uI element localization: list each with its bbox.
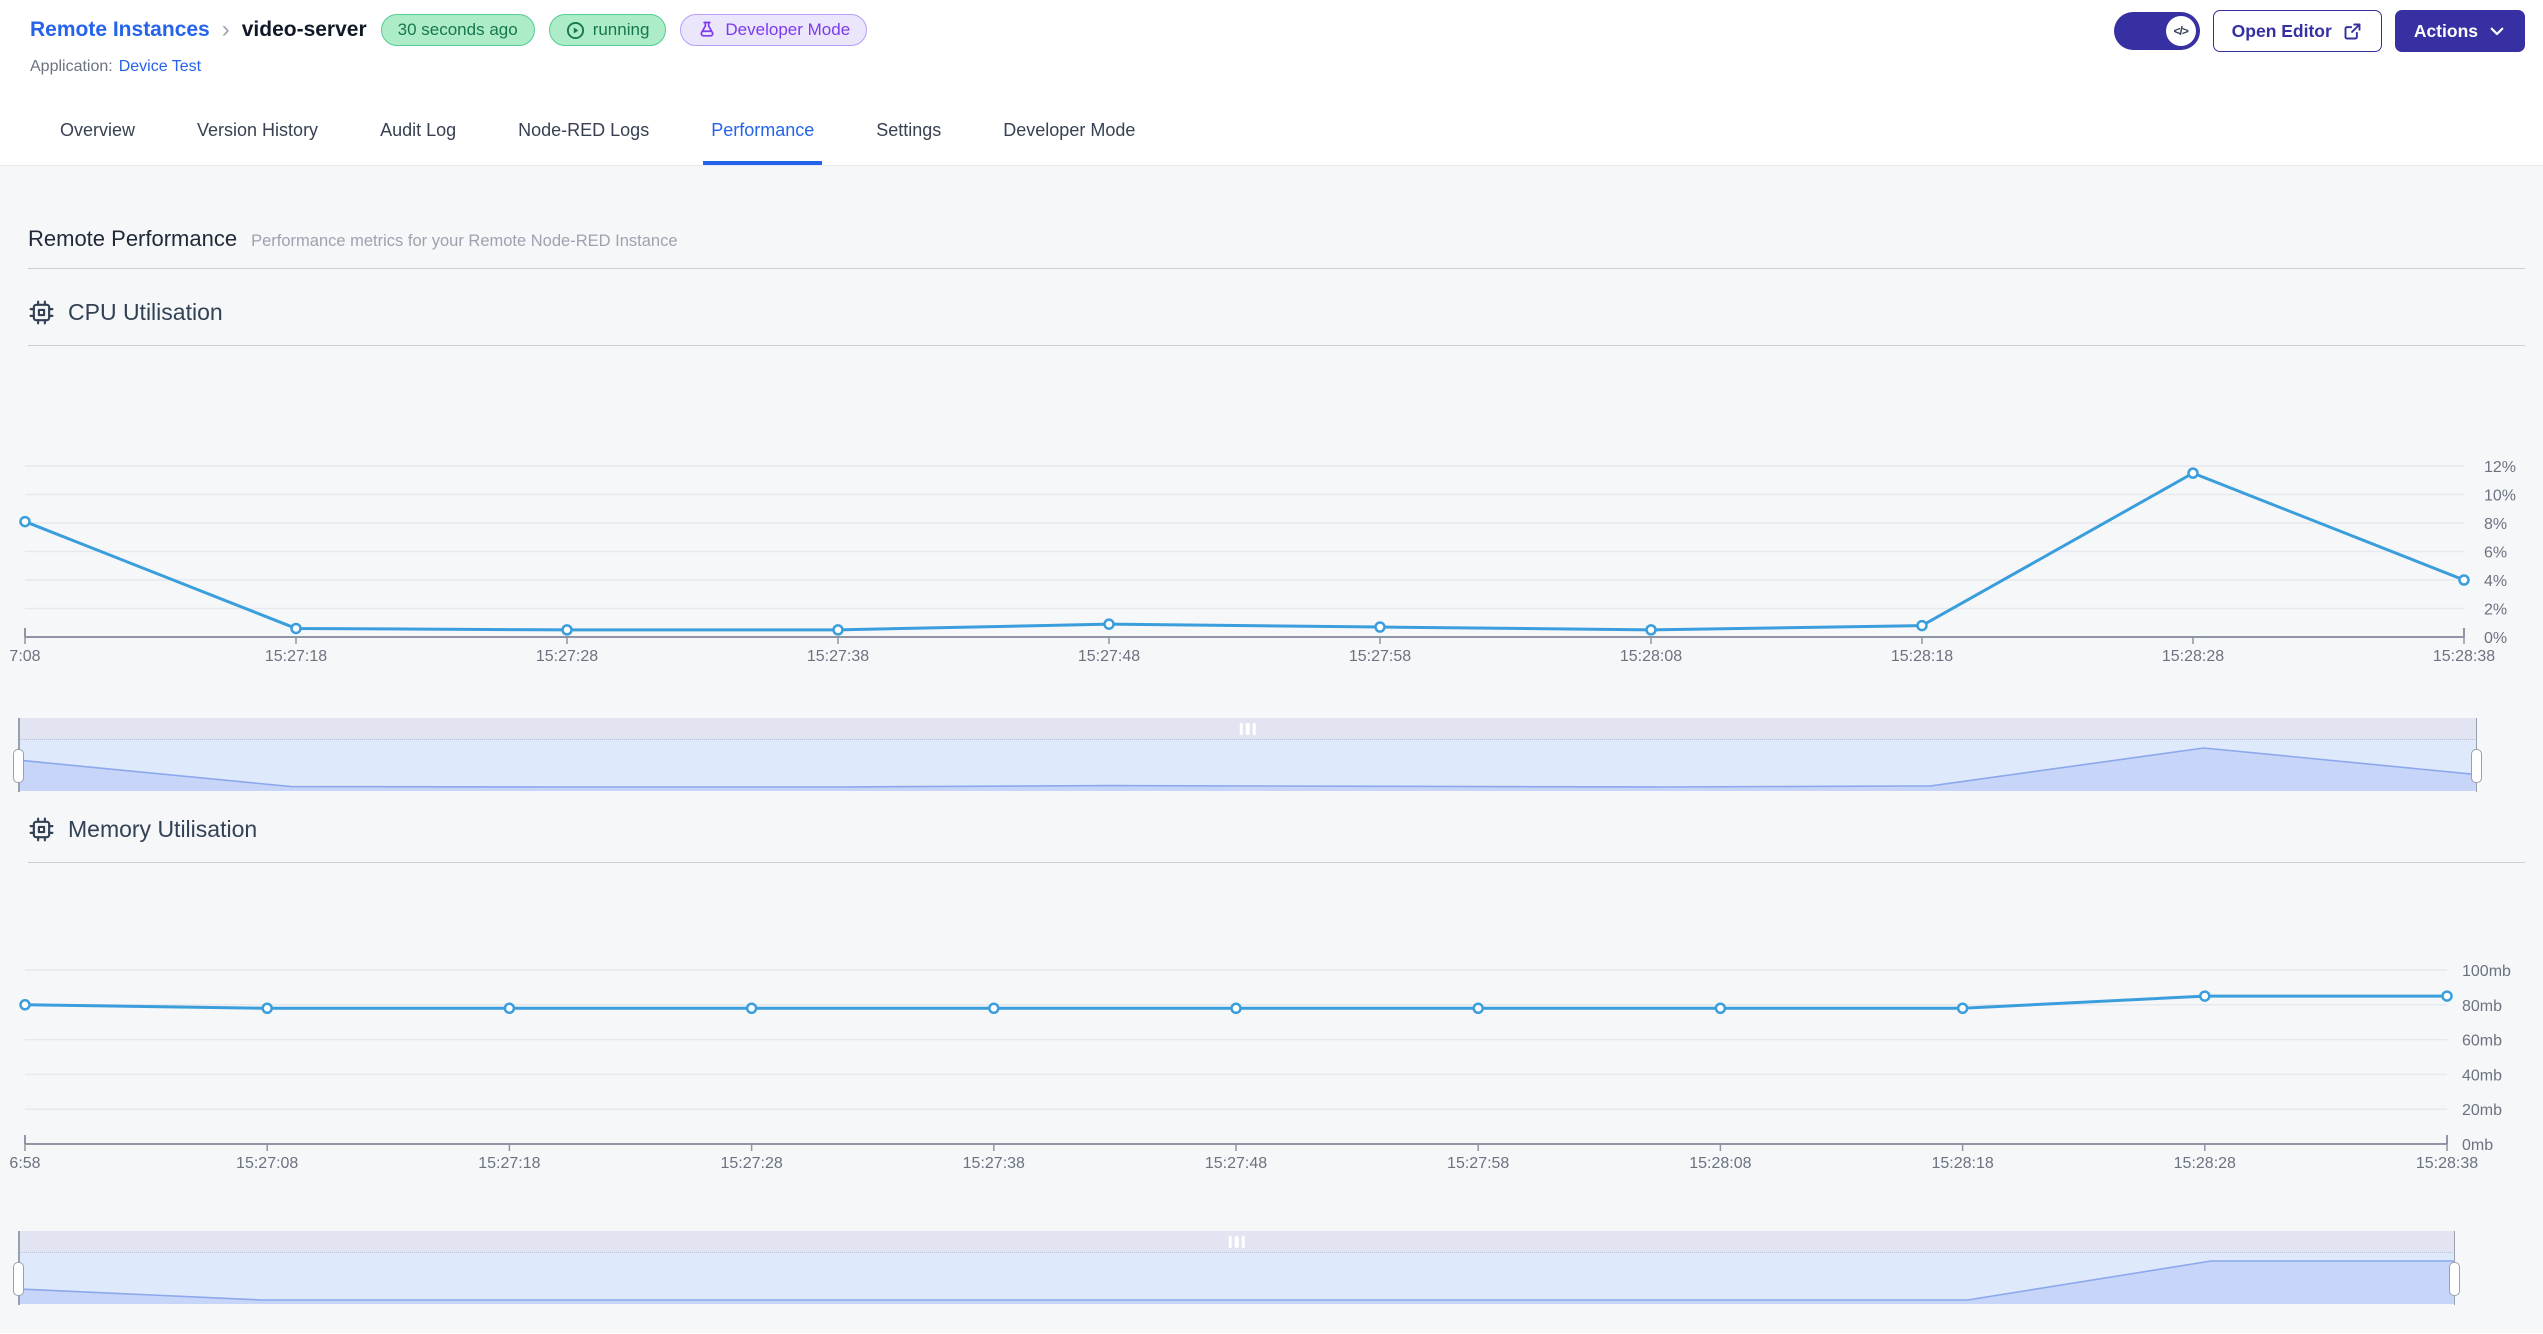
header: Remote Instances › video-server 30 secon…	[0, 0, 2543, 100]
actions-button[interactable]: Actions	[2394, 10, 2525, 52]
external-link-icon	[2344, 23, 2361, 39]
tab-performance[interactable]: Performance	[703, 100, 823, 165]
svg-text:15:27:58: 15:27:58	[1447, 1155, 1509, 1172]
svg-text:15:28:38: 15:28:38	[2433, 648, 2495, 665]
memory-brush-left-handle[interactable]	[13, 1262, 24, 1296]
status-badge-label: running	[592, 20, 650, 39]
svg-text:4%: 4%	[2484, 573, 2507, 590]
cpu-chart-canvas: 0% 2% 4% 6% 8% 10% 12% 7:08 15:27:18 15:27:28 15:2…	[9, 459, 2516, 665]
cpu-brush-grip-icon[interactable]	[1239, 723, 1256, 735]
last-seen-badge: 30 seconds ago	[380, 14, 535, 46]
open-editor-label: Open Editor	[2231, 20, 2332, 41]
application-row: Application: Device Test	[30, 58, 2513, 76]
play-circle-icon	[566, 21, 584, 39]
svg-text:15:27:38: 15:27:38	[963, 1155, 1025, 1172]
svg-text:15:27:28: 15:27:28	[720, 1155, 782, 1172]
svg-text:15:27:38: 15:27:38	[807, 648, 869, 665]
svg-text:40mb: 40mb	[2462, 1067, 2502, 1084]
cpu-section-title: CPU Utilisation	[68, 298, 223, 325]
svg-text:20mb: 20mb	[2462, 1102, 2502, 1119]
tab-node-red-logs[interactable]: Node-RED Logs	[510, 100, 657, 165]
page-title: Remote Performance	[28, 226, 238, 251]
tab-audit-log[interactable]: Audit Log	[372, 100, 464, 165]
svg-text:15:27:48: 15:27:48	[1078, 648, 1140, 665]
developer-mode-toggle[interactable]: </>	[2113, 12, 2200, 50]
code-icon: </>	[2165, 16, 2196, 46]
memory-chip-icon	[29, 817, 54, 841]
svg-text:6:58: 6:58	[9, 1155, 40, 1172]
svg-text:15:28:08: 15:28:08	[1620, 648, 1682, 665]
svg-text:15:28:28: 15:28:28	[2174, 1155, 2236, 1172]
memory-chart-canvas: 0mb 20mb 40mb 60mb 80mb 100mb 6:58 15:27:08 15:2…	[9, 963, 2511, 1172]
developer-mode-badge-label: Developer Mode	[725, 20, 851, 39]
breadcrumb-current: video-server	[241, 18, 367, 41]
svg-text:15:27:48: 15:27:48	[1205, 1155, 1267, 1172]
svg-text:0mb: 0mb	[2462, 1137, 2493, 1154]
svg-text:15:27:58: 15:27:58	[1349, 648, 1411, 665]
main-content: Remote Performance Performance metrics f…	[0, 166, 2543, 1333]
open-editor-button[interactable]: Open Editor	[2212, 10, 2382, 52]
header-actions: </> Open Editor Actions	[2113, 10, 2525, 52]
svg-text:7:08: 7:08	[9, 648, 40, 665]
cpu-section-header: CPU Utilisation	[28, 295, 2543, 329]
application-link[interactable]: Device Test	[119, 58, 201, 75]
divider	[28, 268, 2525, 269]
page-head: Remote Performance Performance metrics f…	[0, 166, 2543, 252]
tab-version-history[interactable]: Version History	[189, 100, 326, 165]
svg-text:15:27:18: 15:27:18	[265, 648, 327, 665]
memory-brush-grip-icon[interactable]	[1228, 1236, 1245, 1248]
svg-text:80mb: 80mb	[2462, 998, 2502, 1015]
tab-settings[interactable]: Settings	[868, 100, 949, 165]
svg-text:100mb: 100mb	[2462, 963, 2511, 980]
svg-text:8%: 8%	[2484, 516, 2507, 533]
memory-chart: 0mb 20mb 40mb 60mb 80mb 100mb 6:58 15:27:08 15:2…	[0, 863, 2543, 1186]
cpu-brush-minimap[interactable]	[18, 740, 2477, 791]
svg-text:15:28:28: 15:28:28	[2162, 648, 2224, 665]
chevron-down-icon	[2490, 27, 2504, 36]
svg-text:2%: 2%	[2484, 602, 2507, 619]
cpu-brush-right-handle[interactable]	[2471, 749, 2482, 783]
cpu-chip-icon	[29, 300, 54, 324]
cpu-brush-track[interactable]	[18, 718, 2477, 740]
svg-text:0%: 0%	[2484, 630, 2507, 647]
svg-text:15:27:08: 15:27:08	[236, 1155, 298, 1172]
application-label: Application:	[30, 58, 113, 75]
svg-text:60mb: 60mb	[2462, 1033, 2502, 1050]
memory-brush-right-handle[interactable]	[2449, 1262, 2460, 1296]
svg-text:15:28:08: 15:28:08	[1689, 1155, 1751, 1172]
cpu-range-brush[interactable]	[13, 718, 2482, 792]
tab-bar: Overview Version History Audit Log Node-…	[0, 100, 2543, 166]
tab-overview[interactable]: Overview	[52, 100, 143, 165]
last-seen-badge-label: 30 seconds ago	[397, 20, 518, 39]
svg-text:15:28:38: 15:28:38	[2416, 1155, 2478, 1172]
actions-label: Actions	[2413, 20, 2478, 41]
breadcrumb-parent-link[interactable]: Remote Instances	[30, 18, 210, 42]
svg-text:6%: 6%	[2484, 545, 2507, 562]
svg-text:15:28:18: 15:28:18	[1931, 1155, 1993, 1172]
chevron-right-icon: ›	[221, 16, 230, 43]
memory-section-title: Memory Utilisation	[68, 815, 258, 842]
memory-range-brush[interactable]	[13, 1231, 2460, 1305]
svg-text:10%: 10%	[2484, 488, 2516, 505]
developer-mode-badge: Developer Mode	[680, 14, 868, 46]
svg-text:15:27:18: 15:27:18	[478, 1155, 540, 1172]
cpu-chart: 0% 2% 4% 6% 8% 10% 12% 7:08 15:27:18 15:27:28 15:2…	[0, 346, 2543, 679]
tab-developer-mode[interactable]: Developer Mode	[995, 100, 1143, 165]
status-badge: running	[548, 14, 667, 46]
memory-section-header: Memory Utilisation	[28, 812, 2543, 846]
app-root: Remote Instances › video-server 30 secon…	[0, 0, 2543, 1333]
cpu-brush-left-handle[interactable]	[13, 749, 24, 783]
svg-text:15:28:18: 15:28:18	[1891, 648, 1953, 665]
svg-text:12%: 12%	[2484, 459, 2516, 476]
svg-text:15:27:28: 15:27:28	[536, 648, 598, 665]
flask-icon	[700, 21, 714, 37]
memory-brush-track[interactable]	[18, 1231, 2455, 1253]
memory-brush-minimap[interactable]	[18, 1253, 2455, 1304]
page-subtitle: Performance metrics for your Remote Node…	[251, 232, 678, 250]
